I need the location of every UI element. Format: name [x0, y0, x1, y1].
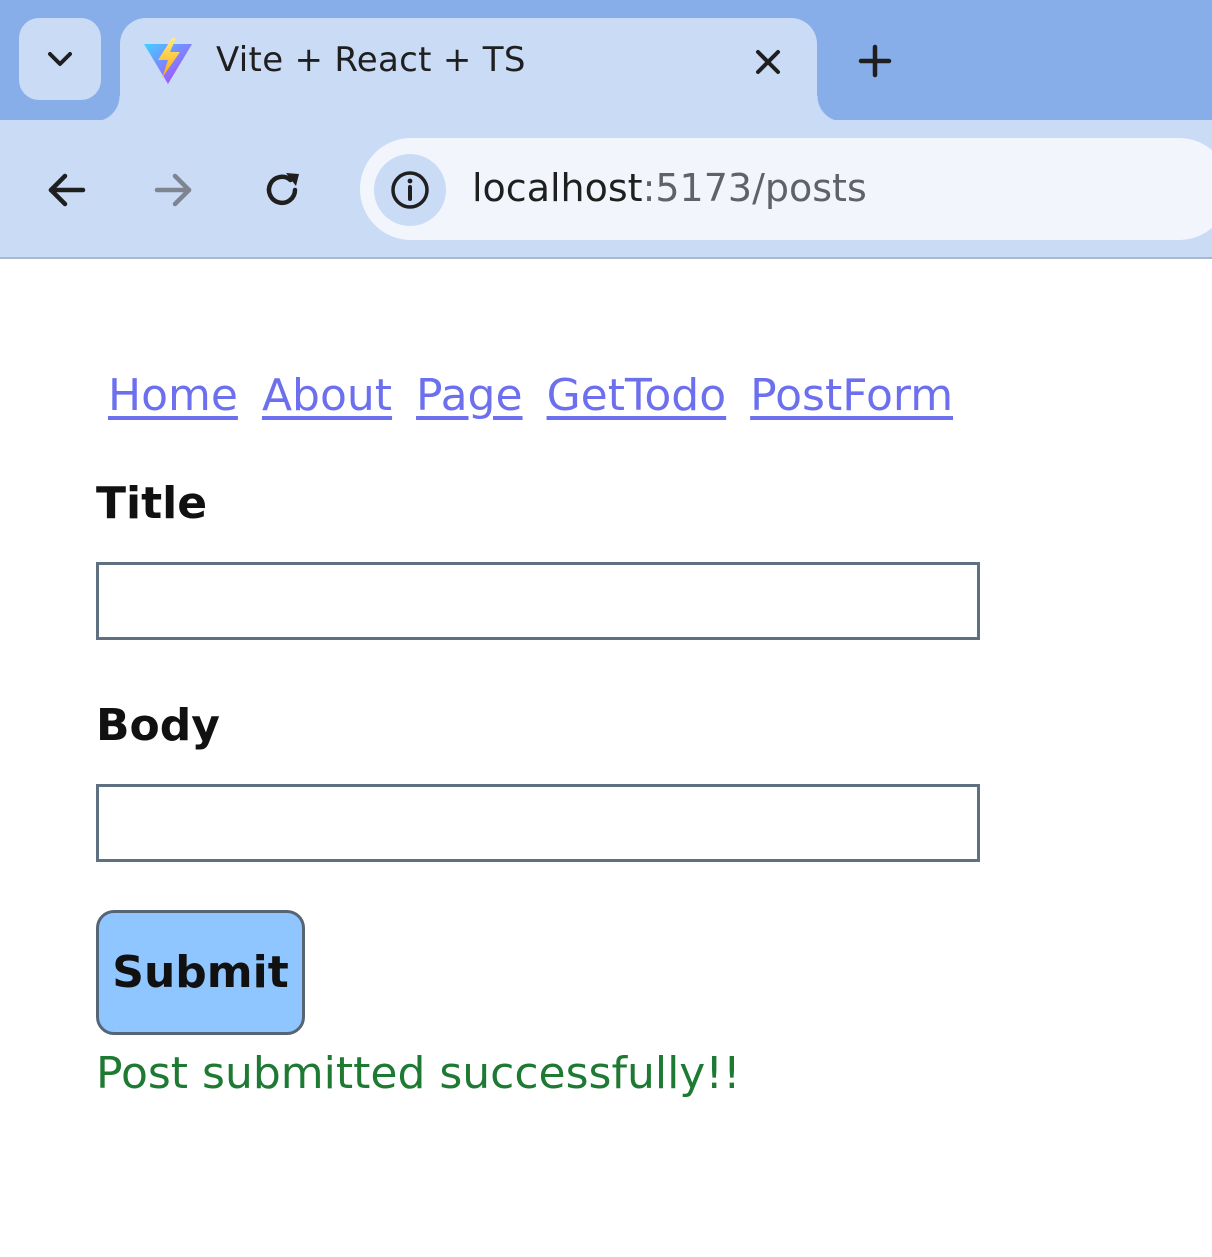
- active-tab[interactable]: Vite + React + TS: [94, 18, 843, 122]
- body-input[interactable]: [96, 784, 980, 862]
- arrow-right-icon: [154, 173, 192, 207]
- url-path: :5173/posts: [642, 166, 867, 210]
- title-input[interactable]: [96, 562, 980, 640]
- nav-link-gettodo[interactable]: GetTodo: [547, 370, 727, 421]
- tab-search-button[interactable]: [19, 18, 101, 100]
- forward-button[interactable]: [148, 164, 200, 216]
- browser-tabstrip: Vite + React + TS: [0, 0, 1212, 122]
- reload-icon: [266, 173, 299, 206]
- nav-link-about[interactable]: About: [262, 370, 392, 421]
- url-text[interactable]: localhost:5173/posts: [472, 166, 867, 210]
- chevron-down-icon: [48, 52, 72, 66]
- tab-title: Vite + React + TS: [216, 40, 526, 80]
- address-bar[interactable]: localhost:5173/posts: [360, 138, 1212, 240]
- body-label: Body: [96, 700, 220, 751]
- plus-icon: [858, 44, 892, 78]
- site-info-button[interactable]: [374, 154, 446, 226]
- tab-close-button[interactable]: [748, 42, 788, 82]
- vite-logo-icon: [144, 38, 192, 84]
- info-icon: [391, 171, 429, 209]
- main-nav: Home About Page GetTodo PostForm: [108, 370, 953, 421]
- browser-toolbar: localhost:5173/posts: [0, 120, 1212, 259]
- nav-link-page[interactable]: Page: [416, 370, 523, 421]
- nav-link-home[interactable]: Home: [108, 370, 238, 421]
- submit-button[interactable]: Submit: [96, 910, 305, 1035]
- arrow-left-icon: [48, 173, 86, 207]
- close-icon: [756, 50, 780, 74]
- nav-link-postform[interactable]: PostForm: [750, 370, 953, 421]
- url-host: localhost: [472, 166, 643, 210]
- back-button[interactable]: [40, 164, 92, 216]
- reload-button[interactable]: [256, 164, 308, 216]
- page-content: Home About Page GetTodo PostForm Title B…: [0, 260, 1212, 1257]
- new-tab-button[interactable]: [852, 38, 898, 84]
- success-message: Post submitted successfully!!: [96, 1048, 741, 1099]
- title-label: Title: [96, 478, 208, 529]
